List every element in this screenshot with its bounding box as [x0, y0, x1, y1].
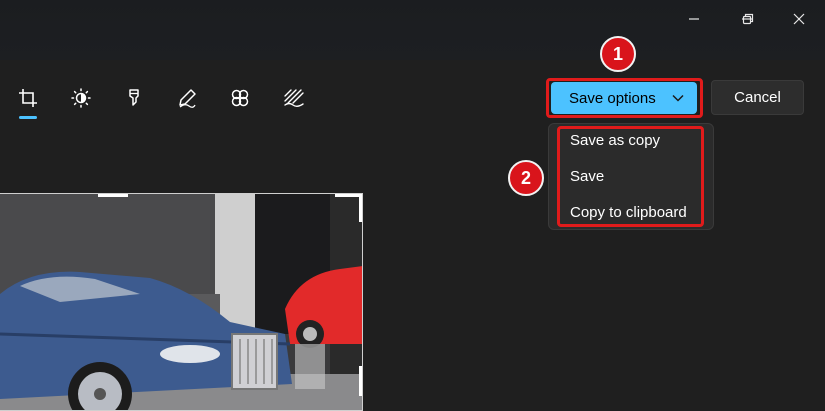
minimize-icon — [689, 18, 699, 20]
car-photo-image — [0, 194, 362, 410]
brightness-icon — [71, 88, 91, 108]
minimize-button-2[interactable] — [671, 4, 717, 34]
crop-handle-top[interactable] — [98, 194, 128, 197]
active-tool-indicator — [19, 116, 37, 119]
crop-handle-top-right-v[interactable] — [359, 194, 362, 222]
edited-photo — [0, 193, 363, 411]
filter-icon — [231, 89, 249, 107]
pen-icon — [179, 89, 196, 108]
background-blur-icon — [284, 89, 304, 107]
crop-icon — [19, 89, 37, 107]
markup-tool-button[interactable] — [122, 86, 146, 110]
close-window-button[interactable] — [776, 4, 822, 34]
save-options-highlight — [546, 78, 703, 118]
adjustment-tool-button[interactable] — [69, 86, 93, 110]
cancel-button[interactable]: Cancel — [711, 80, 804, 115]
crop-handle-right[interactable] — [359, 366, 362, 396]
retouch-tool-button[interactable] — [282, 86, 306, 110]
filter-tool-button[interactable] — [228, 86, 252, 110]
restore-window-button[interactable] — [725, 4, 771, 34]
draw-tool-button[interactable] — [175, 86, 199, 110]
crop-tool-button[interactable] — [16, 86, 40, 110]
close-icon — [793, 13, 805, 25]
step-badge-2: 2 — [508, 160, 544, 196]
highlighter-icon — [129, 89, 139, 106]
step-badge-1: 1 — [600, 36, 636, 72]
edit-toolbar — [0, 78, 330, 119]
restore-icon — [742, 13, 754, 25]
menu-highlight — [557, 126, 704, 227]
